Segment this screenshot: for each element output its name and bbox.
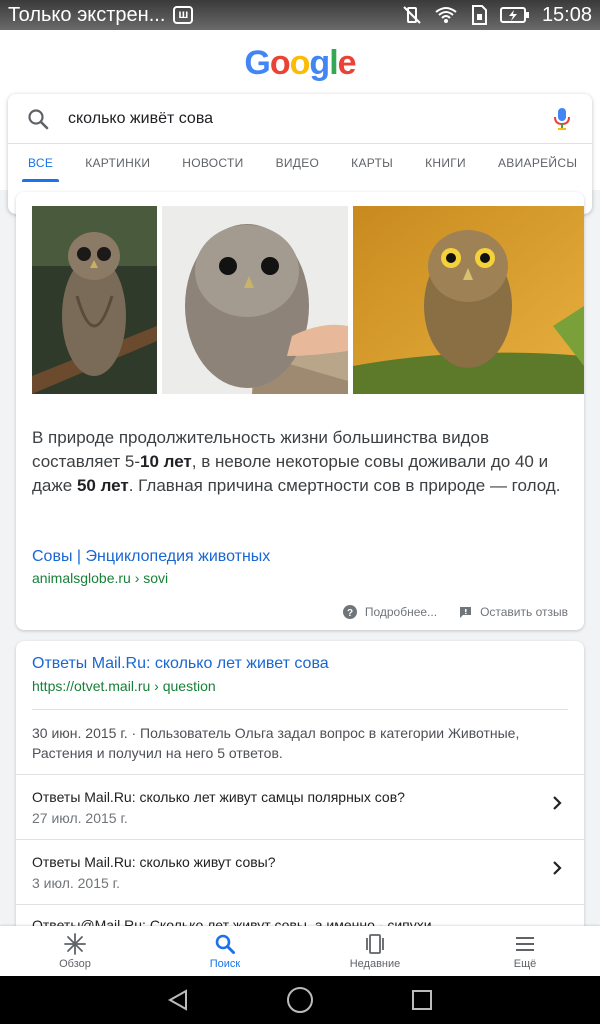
recents-icon[interactable] (410, 988, 434, 1012)
search-input[interactable]: сколько живёт сова (68, 110, 532, 128)
divider (32, 709, 568, 710)
search-icon (215, 934, 235, 954)
battery-icon (499, 7, 529, 23)
search-tabs: ВСЕ КАРТИНКИ НОВОСТИ ВИДЕО КАРТЫ КНИГИ А… (8, 144, 592, 182)
owl-image-3[interactable] (353, 206, 584, 394)
nav-more[interactable]: Ещё (450, 926, 600, 976)
nav-search[interactable]: Поиск (150, 926, 300, 976)
recent-icon (366, 933, 384, 954)
tab-video[interactable]: ВИДЕО (260, 144, 336, 182)
chevron-right-icon (553, 796, 562, 810)
featured-snippet-card: В природе продолжительность жизни больши… (16, 192, 584, 630)
notification-badge-icon: ш (173, 6, 194, 24)
snippet-footer: ? Подробнее... Оставить отзыв (342, 605, 568, 619)
source-url: animalsglobe.ru › sovi (32, 570, 169, 586)
feedback-icon (460, 606, 472, 618)
tab-news[interactable]: НОВОСТИ (166, 144, 259, 182)
nav-discover[interactable]: Обзор (0, 926, 150, 976)
home-icon[interactable] (286, 986, 314, 1014)
vibrate-icon (403, 6, 421, 24)
result-description: 30 июн. 2015 г. · Пользователь Ольга зад… (32, 725, 520, 761)
search-result-card: Ответы Mail.Ru: сколько лет живет сова h… (16, 641, 584, 941)
discover-icon (64, 932, 86, 955)
owl-image-1[interactable] (32, 206, 157, 394)
snippet-text: В природе продолжительность жизни больши… (32, 428, 561, 495)
bottom-navigation: Обзор Поиск Недавние Ещё (0, 926, 600, 976)
tab-maps[interactable]: КАРТЫ (335, 144, 409, 182)
chevron-right-icon (553, 861, 562, 875)
help-icon: ? (342, 605, 357, 619)
notification-text: Только экстрен... (8, 3, 166, 26)
tab-books[interactable]: КНИГИ (409, 144, 482, 182)
feedback-button[interactable]: Оставить отзыв (459, 605, 568, 619)
result-title-link[interactable]: Ответы Mail.Ru: сколько лет живет сова (32, 655, 329, 673)
microphone-icon[interactable] (532, 107, 592, 131)
sub-result[interactable]: Ответы Mail.Ru: сколько лет живут самцы … (16, 774, 584, 839)
svg-text:?: ? (347, 608, 353, 619)
search-header: Google сколько живёт сова ВСЕ КАРТИНКИ Н… (0, 30, 600, 214)
image-strip (32, 206, 584, 394)
sim-icon (471, 5, 487, 25)
search-icon[interactable] (8, 107, 68, 131)
sub-result[interactable]: Ответы Mail.Ru: сколько живут совы? 3 ию… (16, 839, 584, 904)
source-link[interactable]: Совы | Энциклопедия животных (32, 548, 270, 566)
status-bar: Только экстрен... ш 15:08 (0, 0, 600, 30)
more-button[interactable]: ? Подробнее... (342, 605, 437, 619)
tab-images[interactable]: КАРТИНКИ (69, 144, 166, 182)
menu-icon (516, 936, 534, 951)
result-url: https://otvet.mail.ru › question (32, 678, 216, 694)
owl-image-2[interactable] (162, 206, 348, 394)
back-icon[interactable] (166, 988, 190, 1012)
system-navigation-bar (0, 976, 600, 1024)
clock: 15:08 (541, 3, 592, 26)
wifi-icon (435, 7, 457, 23)
nav-recent[interactable]: Недавние (300, 926, 450, 976)
google-logo[interactable]: Google (0, 44, 600, 83)
tab-all[interactable]: ВСЕ (12, 144, 69, 182)
tab-flights[interactable]: АВИАРЕЙСЫ (482, 144, 593, 182)
